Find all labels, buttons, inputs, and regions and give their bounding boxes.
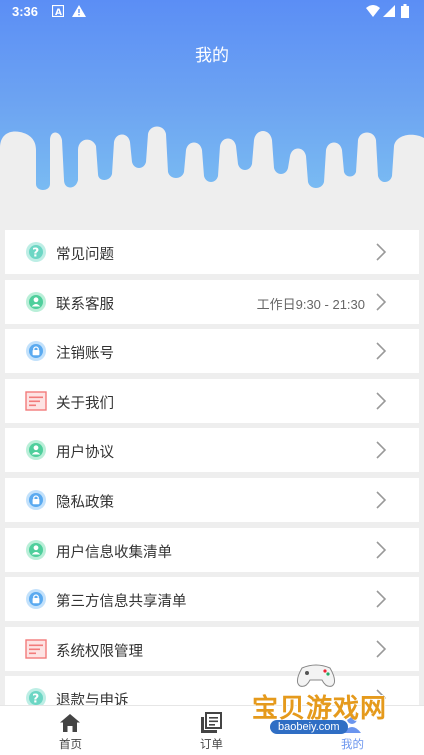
menu-item-faq[interactable]: ? 常见问题 (5, 230, 419, 274)
gamepad-icon (296, 664, 336, 687)
orders-icon (201, 712, 222, 733)
menu-label: 联系客服 (56, 296, 114, 313)
svg-text:?: ? (32, 246, 39, 260)
lock-icon (26, 341, 46, 362)
menu-item-about-us[interactable]: 关于我们 (5, 378, 419, 423)
svg-text:?: ? (32, 692, 39, 706)
signal-icon (383, 5, 395, 17)
document-icon (25, 391, 47, 411)
menu-item-delete-account[interactable]: 注销账号 (5, 329, 419, 374)
tab-label: 首页 (59, 739, 82, 751)
chevron-right-icon (376, 540, 387, 559)
drip-decoration (0, 126, 424, 232)
menu-item-data-collection-list[interactable]: 用户信息收集清单 (5, 527, 419, 572)
lock-icon (26, 589, 46, 610)
menu-label: 系统权限管理 (56, 643, 143, 660)
chevron-right-icon (376, 590, 387, 608)
person-icon (26, 539, 46, 560)
menu-item-user-agreement[interactable]: 用户协议 (5, 428, 419, 473)
battery-icon (401, 4, 409, 18)
page-title: 我的 (195, 46, 229, 65)
chevron-right-icon (376, 293, 387, 311)
chevron-right-icon (376, 491, 387, 509)
menu-label: 用户信息收集清单 (56, 544, 172, 561)
chevron-right-icon (376, 640, 387, 658)
chevron-right-icon (376, 342, 387, 360)
menu-item-third-party-sharing-list[interactable]: 第三方信息共享清单 (5, 577, 419, 622)
home-icon (60, 714, 80, 732)
menu-label: 用户协议 (56, 445, 114, 462)
menu-label: 隐私政策 (56, 494, 114, 511)
menu-item-privacy-policy[interactable]: 隐私政策 (5, 477, 419, 522)
menu-item-customer-service[interactable]: 联系客服 工作日9:30 - 21:30 (5, 279, 419, 324)
menu-label: 常见问题 (56, 247, 114, 263)
svg-text:A: A (55, 8, 62, 17)
menu-label: 第三方信息共享清单 (56, 594, 187, 611)
wifi-icon (366, 5, 380, 17)
watermark-url: baobeiy.com (270, 720, 348, 734)
question-icon: ? (26, 242, 46, 262)
chevron-right-icon (376, 441, 387, 459)
document-icon (25, 639, 47, 659)
lock-icon (26, 489, 46, 510)
status-time: 3:36 (12, 4, 39, 19)
warning-icon (72, 5, 86, 17)
status-bar: 3:36 A (0, 0, 424, 24)
person-icon (26, 291, 46, 312)
tab-home[interactable]: 首页 (0, 706, 141, 755)
chevron-right-icon (376, 243, 387, 261)
notification-a-icon: A (52, 5, 64, 17)
header-banner (0, 0, 424, 232)
menu-label: 注销账号 (56, 346, 114, 363)
menu-label: 关于我们 (56, 395, 114, 412)
watermark: 宝贝游戏网 baobeiy.com (250, 660, 400, 745)
chevron-right-icon (376, 392, 387, 410)
menu-list: ? 常见问题 联系客服 工作日9:30 - 21:30 注销账号 关于我们 用户… (5, 230, 419, 726)
person-icon (26, 440, 46, 461)
service-hours: 工作日9:30 - 21:30 (256, 296, 365, 312)
